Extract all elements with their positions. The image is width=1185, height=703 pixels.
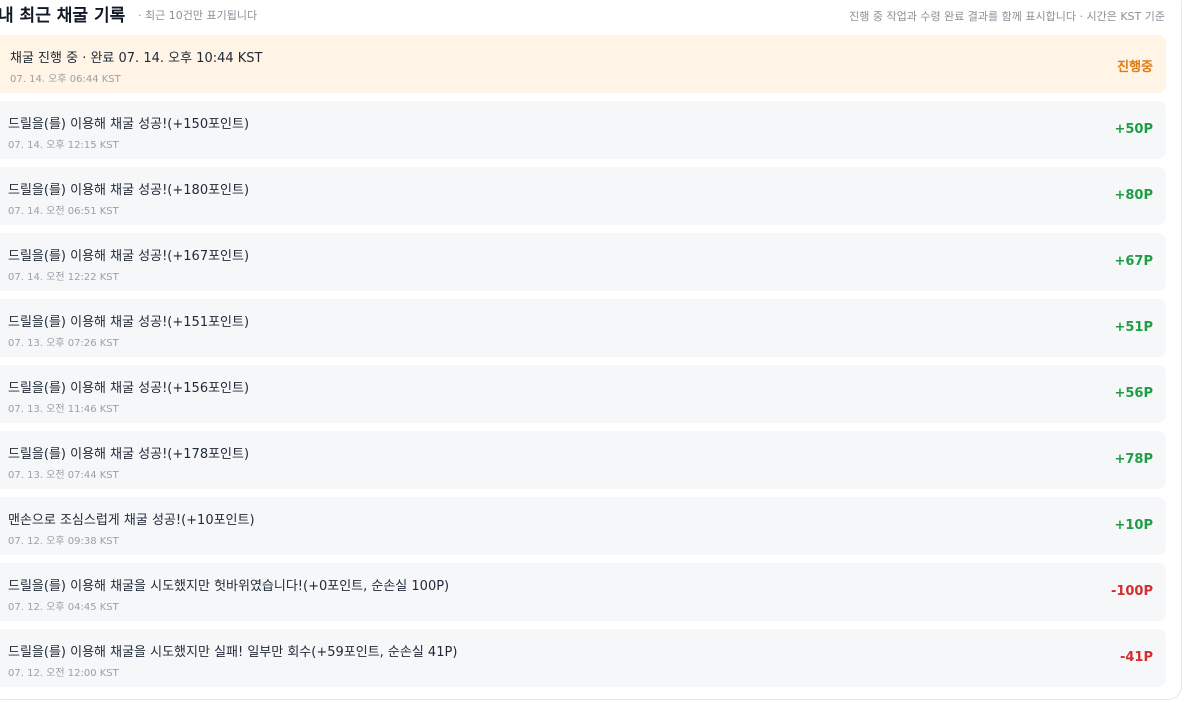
record-row: 드릴을(를) 이용해 채굴을 시도했지만 헛바위였습니다!(+0포인트, 순손실… — [0, 563, 1166, 621]
record-text: 맨손으로 조심스럽게 채굴 성공!(+10포인트) — [8, 513, 255, 528]
record-points: +67P — [1114, 254, 1153, 269]
history-subtitle: · 최근 10건만 표기됩니다 — [138, 9, 258, 22]
record-row: 드릴을(를) 이용해 채굴 성공!(+167포인트) 07. 14. 오전 12… — [0, 233, 1166, 291]
record-row: 드릴을(를) 이용해 채굴 성공!(+151포인트) 07. 13. 오후 07… — [0, 299, 1166, 357]
record-text: 드릴을(를) 이용해 채굴 성공!(+156포인트) — [8, 381, 250, 396]
record-time: 07. 13. 오전 11:46 KST — [8, 404, 119, 415]
record-text: 드릴을(를) 이용해 채굴을 시도했지만 실패! 일부만 회수(+59포인트, … — [8, 645, 458, 660]
record-points: -41P — [1119, 650, 1153, 665]
record-text: 드릴을(를) 이용해 채굴 성공!(+151포인트) — [8, 315, 250, 330]
record-row: 드릴을(를) 이용해 채굴 성공!(+178포인트) 07. 13. 오전 07… — [0, 431, 1166, 489]
record-text: 드릴을(를) 이용해 채굴 성공!(+178포인트) — [8, 447, 250, 462]
record-time: 07. 13. 오전 07:44 KST — [8, 470, 119, 481]
record-points: +56P — [1114, 386, 1153, 401]
record-time: 07. 14. 오후 06:44 KST — [10, 74, 121, 85]
record-text: 드릴을(를) 이용해 채굴 성공!(+167포인트) — [8, 249, 250, 264]
record-time: 07. 14. 오전 12:22 KST — [8, 272, 119, 283]
record-row: 드릴을(를) 이용해 채굴을 시도했지만 실패! 일부만 회수(+59포인트, … — [0, 629, 1166, 687]
record-row: 드릴을(를) 이용해 채굴 성공!(+150포인트) 07. 14. 오후 12… — [0, 101, 1166, 159]
record-time: 07. 14. 오후 12:15 KST — [8, 140, 119, 151]
record-row: 드릴을(를) 이용해 채굴 성공!(+180포인트) 07. 14. 오전 06… — [0, 167, 1166, 225]
record-points: +80P — [1114, 188, 1153, 203]
record-points: +10P — [1114, 518, 1153, 533]
history-header: 내 최근 채굴 기록 · 최근 10건만 표기됩니다 진행 중 작업과 수령 완… — [0, 0, 1185, 30]
mining-record-list: 채굴 진행 중 · 완료 07. 14. 오후 10:44 KST 07. 14… — [0, 35, 1166, 695]
record-text: 드릴을(를) 이용해 채굴을 시도했지만 헛바위였습니다!(+0포인트, 순손실… — [8, 579, 450, 594]
record-time: 07. 12. 오전 12:00 KST — [8, 668, 119, 679]
record-points: +50P — [1114, 122, 1153, 137]
record-points: +51P — [1114, 320, 1153, 335]
history-title: 내 최근 채굴 기록 — [0, 6, 126, 26]
record-row: 채굴 진행 중 · 완료 07. 14. 오후 10:44 KST 07. 14… — [0, 35, 1166, 93]
record-row: 맨손으로 조심스럽게 채굴 성공!(+10포인트) 07. 12. 오후 09:… — [0, 497, 1166, 555]
record-time: 07. 13. 오후 07:26 KST — [8, 338, 119, 349]
record-time: 07. 12. 오후 04:45 KST — [8, 602, 119, 613]
record-points: +78P — [1114, 452, 1153, 467]
record-time: 07. 12. 오후 09:38 KST — [8, 536, 119, 547]
record-row: 드릴을(를) 이용해 채굴 성공!(+156포인트) 07. 13. 오전 11… — [0, 365, 1166, 423]
record-points: -100P — [1110, 584, 1153, 599]
record-text: 드릴을(를) 이용해 채굴 성공!(+180포인트) — [8, 183, 250, 198]
record-status-badge: 진행중 — [1117, 60, 1153, 75]
record-time: 07. 14. 오전 06:51 KST — [8, 206, 119, 217]
record-text: 채굴 진행 중 · 완료 07. 14. 오후 10:44 KST — [10, 51, 263, 66]
history-note: 진행 중 작업과 수령 완료 결과를 함께 표시합니다 · 시간은 KST 기준 — [849, 10, 1165, 23]
record-text: 드릴을(를) 이용해 채굴 성공!(+150포인트) — [8, 117, 250, 132]
